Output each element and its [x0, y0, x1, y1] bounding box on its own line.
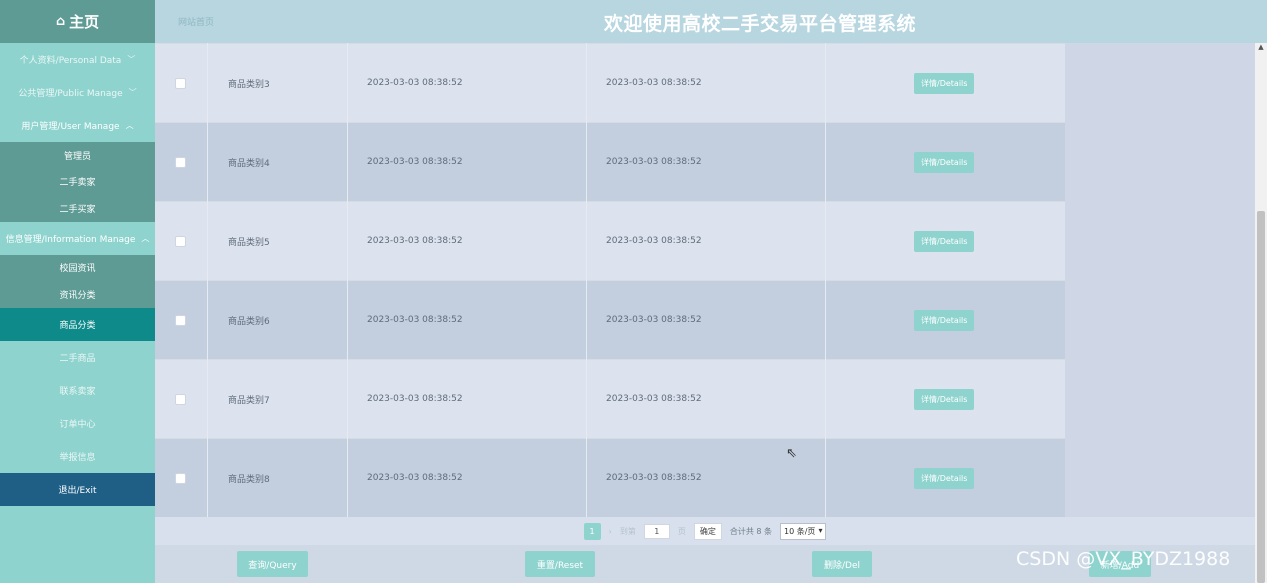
- column-divider: [586, 43, 587, 517]
- main-content: 商品类别3 2023-03-03 08:38:52 2023-03-03 08:…: [155, 43, 1255, 583]
- category-name: 商品类别4: [228, 158, 270, 169]
- sidebar-item-buyer[interactable]: 二手买家: [0, 195, 155, 222]
- details-button[interactable]: 详情/Details: [914, 309, 975, 331]
- updated-time: 2023-03-03 08:38:52: [606, 315, 702, 325]
- row-checkbox[interactable]: [175, 472, 186, 484]
- goto-page-input[interactable]: 1: [643, 523, 670, 539]
- created-time: 2023-03-03 08:38:52: [367, 394, 463, 404]
- details-button[interactable]: 详情/Details: [914, 230, 975, 252]
- table-right-area: [1065, 43, 1255, 517]
- table-row: 商品类别6 2023-03-03 08:38:52 2023-03-03 08:…: [155, 280, 1065, 359]
- chevron-down-icon: ﹀: [128, 88, 137, 97]
- category-name: 商品类别3: [228, 79, 270, 90]
- sidebar-item-reports[interactable]: 举报信息: [0, 440, 155, 473]
- top-header: ⌂ 主页 网站首页 欢迎使用高校二手交易平台管理系统: [0, 0, 1267, 43]
- data-table: 商品类别3 2023-03-03 08:38:52 2023-03-03 08:…: [155, 43, 1065, 517]
- sidebar-item-admin[interactable]: 管理员: [0, 142, 155, 169]
- category-name: 商品类别5: [228, 237, 270, 248]
- scroll-up-arrow-icon[interactable]: ▲: [1255, 43, 1267, 53]
- site-home-link[interactable]: 网站首页: [178, 15, 214, 28]
- row-checkbox[interactable]: [175, 156, 186, 168]
- sidebar-group-label: 个人资料/Personal Data: [19, 56, 122, 66]
- details-button[interactable]: 详情/Details: [914, 151, 975, 173]
- sidebar-item-orders[interactable]: 订单中心: [0, 407, 155, 440]
- sidebar-submenu-user: 管理员 二手卖家 二手买家: [0, 142, 155, 222]
- total-count: 合计共 8 条: [729, 526, 773, 536]
- page-size-select[interactable]: 10 条/页 ▾: [780, 522, 827, 540]
- table-row: 商品类别8 2023-03-03 08:38:52 2023-03-03 08:…: [155, 438, 1065, 517]
- column-divider: [207, 43, 208, 517]
- scroll-thumb[interactable]: [1257, 211, 1265, 583]
- sidebar-group-label: 用户管理/User Manage: [21, 122, 120, 132]
- sidebar-item-product-category[interactable]: 商品分类: [0, 307, 155, 341]
- details-button[interactable]: 详情/Details: [914, 388, 975, 410]
- chevron-up-icon: ︿: [141, 233, 150, 243]
- row-checkbox[interactable]: [175, 314, 186, 326]
- vertical-scrollbar[interactable]: ▲: [1255, 43, 1267, 583]
- created-time: 2023-03-03 08:38:52: [367, 315, 463, 325]
- updated-time: 2023-03-03 08:38:52: [606, 78, 702, 88]
- table-row: 商品类别3 2023-03-03 08:38:52 2023-03-03 08:…: [155, 43, 1065, 122]
- chevron-down-icon: ▾: [818, 525, 823, 535]
- goto-label: 到第: [619, 526, 636, 536]
- category-name: 商品类别8: [228, 474, 270, 485]
- query-button[interactable]: 查询/Query: [237, 551, 308, 577]
- page-title: 欢迎使用高校二手交易平台管理系统: [603, 13, 916, 35]
- sidebar-group-user[interactable]: 用户管理/User Manage ︿: [0, 109, 155, 142]
- sidebar-group-public[interactable]: 公共管理/Public Manage ﹀: [0, 76, 155, 109]
- pagination: 1 › 到第 1 页 确定 合计共 8 条 10 条/页 ▾: [155, 517, 1255, 545]
- created-time: 2023-03-03 08:38:52: [367, 236, 463, 246]
- home-link[interactable]: ⌂ 主页: [0, 0, 155, 43]
- row-checkbox[interactable]: [175, 77, 186, 89]
- updated-time: 2023-03-03 08:38:52: [606, 236, 702, 246]
- details-button[interactable]: 详情/Details: [914, 467, 975, 489]
- sidebar-item-seller[interactable]: 二手卖家: [0, 169, 155, 196]
- table-row: 商品类别4 2023-03-03 08:38:52 2023-03-03 08:…: [155, 122, 1065, 201]
- page-size-value: 10 条/页: [784, 526, 816, 536]
- updated-time: 2023-03-03 08:38:52: [606, 157, 702, 167]
- page-number-current[interactable]: 1: [583, 522, 601, 540]
- sidebar-item-contact-seller[interactable]: 联系卖家: [0, 374, 155, 407]
- chevron-up-icon: ︿: [125, 121, 134, 130]
- goto-confirm-button[interactable]: 确定: [693, 522, 722, 540]
- delete-button[interactable]: 删除/Del: [812, 551, 872, 577]
- sidebar-group-info[interactable]: 信息管理/Information Manage ︿: [0, 222, 155, 255]
- table-row: 商品类别7 2023-03-03 08:38:52 2023-03-03 08:…: [155, 359, 1065, 438]
- sidebar-group-label: 信息管理/Information Manage: [5, 234, 136, 245]
- created-time: 2023-03-03 08:38:52: [367, 157, 463, 167]
- created-time: 2023-03-03 08:38:52: [367, 78, 463, 88]
- updated-time: 2023-03-03 08:38:52: [606, 394, 702, 404]
- mouse-cursor-icon: ⇖: [786, 446, 797, 461]
- category-name: 商品类别6: [228, 316, 270, 327]
- updated-time: 2023-03-03 08:38:52: [606, 473, 702, 483]
- details-button[interactable]: 详情/Details: [914, 72, 975, 94]
- sidebar-group-personal[interactable]: 个人资料/Personal Data ﹀: [0, 43, 155, 76]
- category-name: 商品类别7: [228, 395, 270, 406]
- table-row: 商品类别5 2023-03-03 08:38:52 2023-03-03 08:…: [155, 201, 1065, 280]
- next-page-icon[interactable]: ›: [609, 527, 612, 536]
- row-checkbox[interactable]: [175, 393, 186, 405]
- home-label: 主页: [69, 13, 100, 31]
- column-divider: [825, 43, 826, 517]
- chevron-down-icon: ﹀: [127, 55, 136, 64]
- sidebar-item-news-category[interactable]: 资讯分类: [0, 281, 155, 308]
- sidebar-submenu-info: 校园资讯 资讯分类: [0, 254, 155, 308]
- sidebar-item-products[interactable]: 二手商品: [0, 341, 155, 374]
- sidebar-group-label: 公共管理/Public Manage: [18, 89, 123, 99]
- watermark: CSDN @VX_BYDZ1988: [1016, 548, 1231, 570]
- home-icon: ⌂: [55, 14, 66, 29]
- sidebar-item-exit[interactable]: 退出/Exit: [0, 472, 155, 506]
- row-checkbox[interactable]: [175, 235, 186, 247]
- sidebar: 个人资料/Personal Data ﹀ 公共管理/Public Manage …: [0, 43, 155, 583]
- sidebar-item-campus-news[interactable]: 校园资讯: [0, 255, 155, 282]
- page-suffix-label: 页: [677, 526, 686, 536]
- reset-button[interactable]: 重置/Reset: [525, 551, 595, 577]
- created-time: 2023-03-03 08:38:52: [367, 473, 463, 483]
- column-divider: [347, 43, 348, 517]
